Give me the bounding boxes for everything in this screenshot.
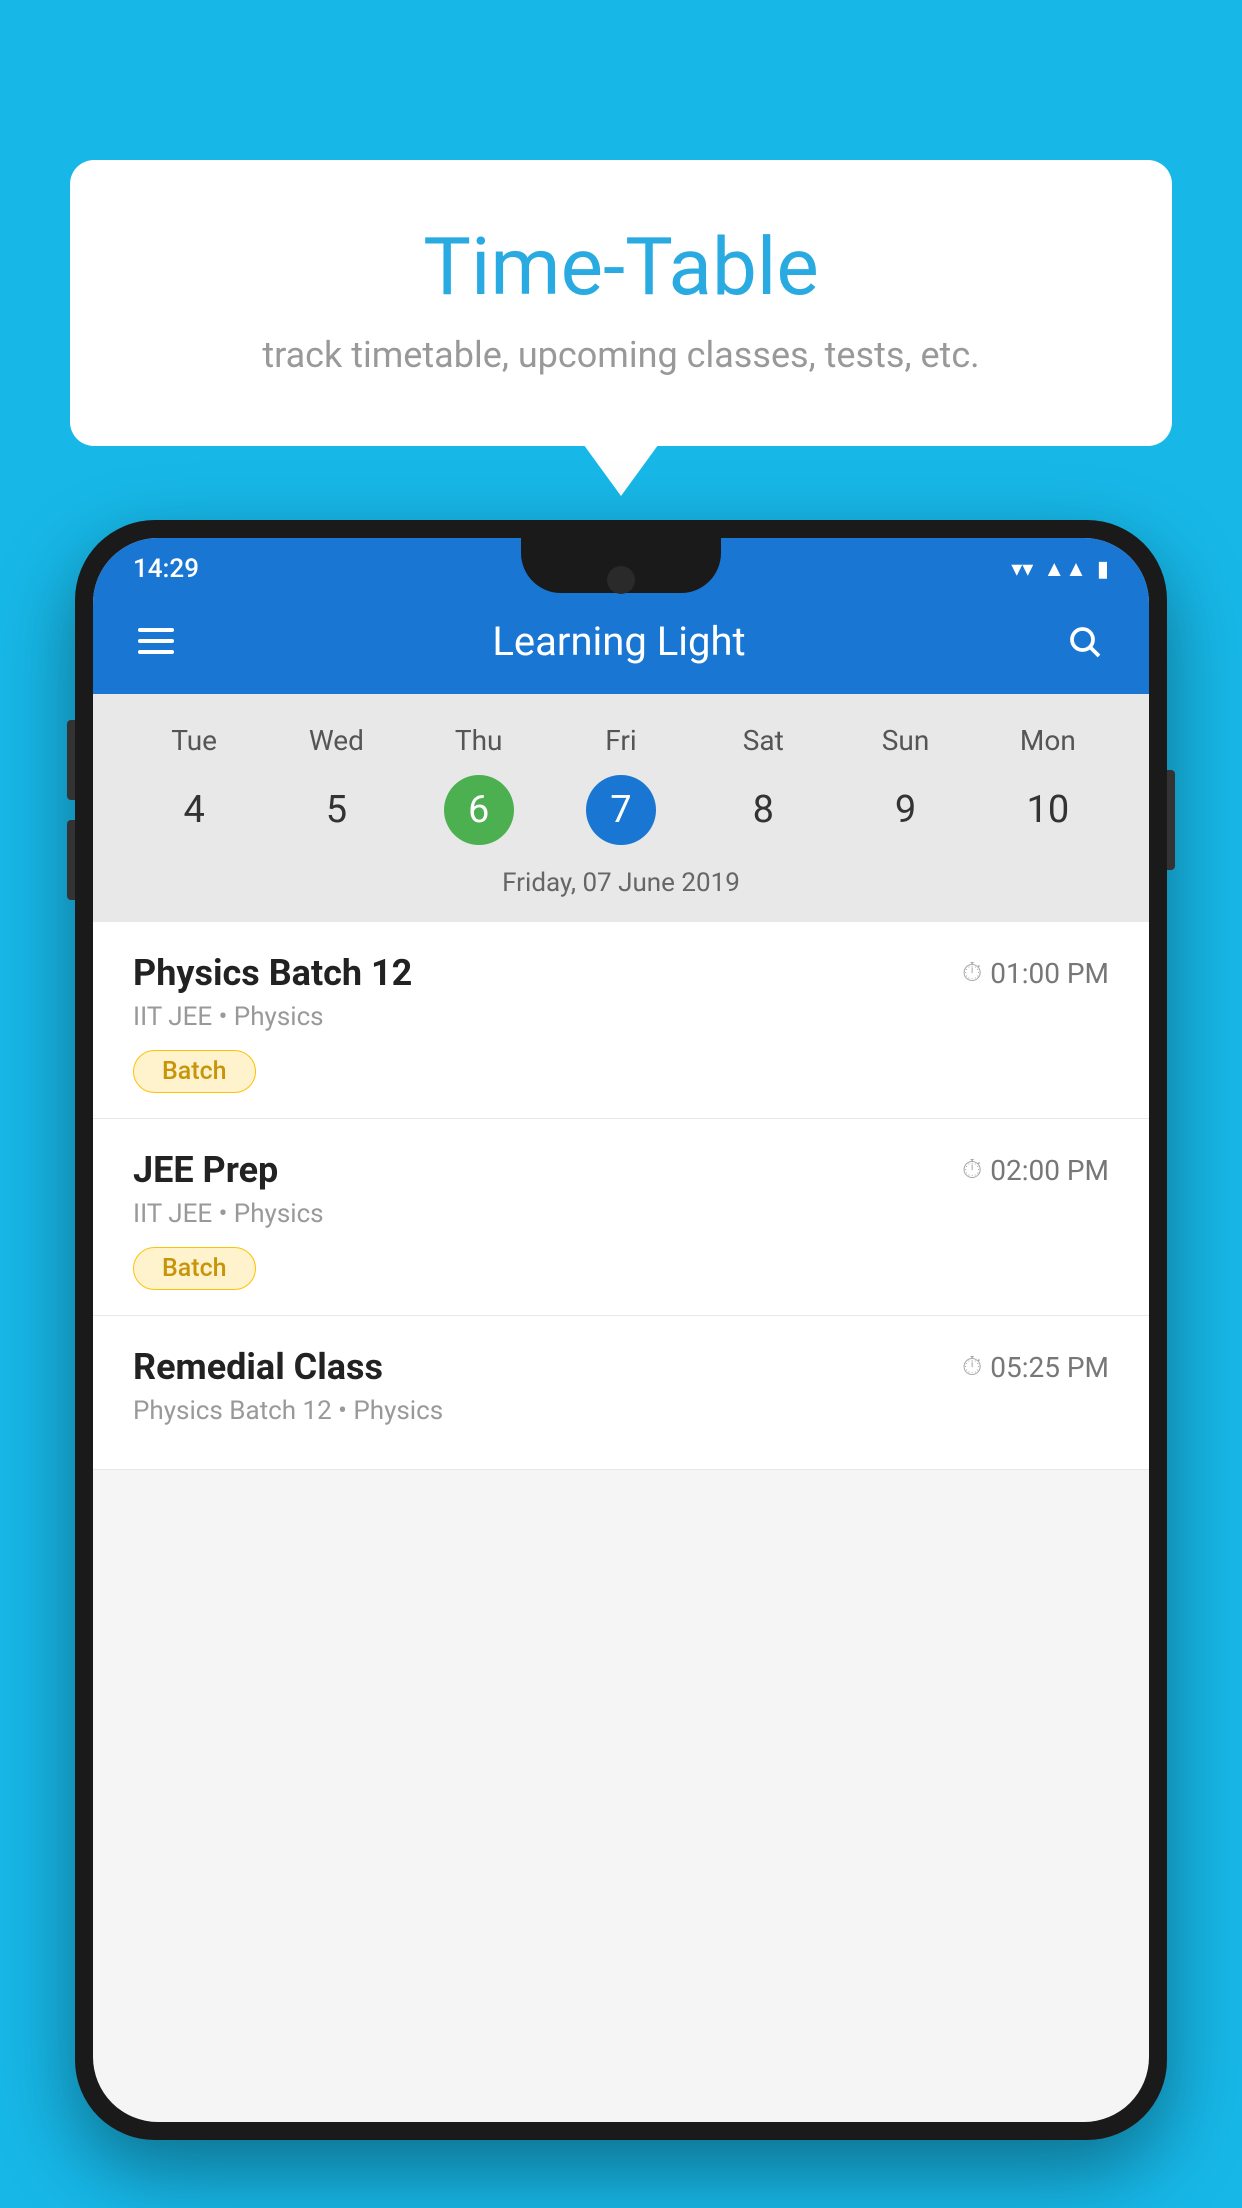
wifi-icon: ▾▾	[1011, 557, 1033, 582]
day-tue: Tue	[123, 714, 265, 767]
class-details-3: Physics Batch 12 • Physics	[133, 1396, 1109, 1426]
class-name-1: Physics Batch 12	[133, 952, 412, 994]
class-time-1: ⏱ 01:00 PM	[962, 957, 1109, 990]
day-headers: Tue Wed Thu Fri Sat Sun Mon	[123, 714, 1119, 767]
bubble-title: Time-Table	[150, 220, 1092, 314]
day-7-selected[interactable]: 7	[586, 775, 656, 845]
day-9[interactable]: 9	[834, 775, 976, 845]
day-4[interactable]: 4	[123, 775, 265, 845]
day-wed: Wed	[265, 714, 407, 767]
day-6-today[interactable]: 6	[444, 775, 514, 845]
speech-bubble: Time-Table track timetable, upcoming cla…	[70, 160, 1172, 446]
day-5[interactable]: 5	[265, 775, 407, 845]
phone-mockup: 14:29 ▾▾ ▲▲ ▮ Learning Light	[75, 520, 1167, 2140]
status-icons: ▾▾ ▲▲ ▮	[1011, 556, 1109, 582]
class-item-2-header: JEE Prep ⏱ 02:00 PM	[133, 1149, 1109, 1191]
power-button	[1167, 770, 1175, 870]
status-time: 14:29	[133, 554, 199, 584]
day-mon: Mon	[977, 714, 1119, 767]
class-item-3[interactable]: Remedial Class ⏱ 05:25 PM Physics Batch …	[93, 1316, 1149, 1470]
day-sun: Sun	[834, 714, 976, 767]
day-sat: Sat	[692, 714, 834, 767]
class-name-3: Remedial Class	[133, 1346, 383, 1388]
phone-screen: 14:29 ▾▾ ▲▲ ▮ Learning Light	[93, 538, 1149, 2122]
search-button[interactable]	[1059, 616, 1109, 666]
class-details-1: IIT JEE • Physics	[133, 1002, 1109, 1032]
class-details-2: IIT JEE • Physics	[133, 1199, 1109, 1229]
clock-icon-3: ⏱	[962, 1352, 982, 1383]
class-name-2: JEE Prep	[133, 1149, 278, 1191]
batch-tag-1: Batch	[133, 1050, 256, 1093]
calendar-header: Tue Wed Thu Fri Sat Sun Mon 4 5 6 7 8 9 …	[93, 694, 1149, 922]
class-item-1[interactable]: Physics Batch 12 ⏱ 01:00 PM IIT JEE • Ph…	[93, 922, 1149, 1119]
batch-tag-2: Batch	[133, 1247, 256, 1290]
selected-date-label: Friday, 07 June 2019	[123, 860, 1119, 912]
app-title: Learning Light	[492, 618, 745, 665]
class-list: Physics Batch 12 ⏱ 01:00 PM IIT JEE • Ph…	[93, 922, 1149, 1470]
day-10[interactable]: 10	[977, 775, 1119, 845]
class-time-2: ⏱ 02:00 PM	[962, 1154, 1109, 1187]
day-numbers: 4 5 6 7 8 9 10	[123, 767, 1119, 860]
bubble-subtitle: track timetable, upcoming classes, tests…	[150, 334, 1092, 376]
day-thu: Thu	[408, 714, 550, 767]
clock-icon-2: ⏱	[962, 1155, 982, 1186]
battery-icon: ▮	[1097, 557, 1109, 582]
volume-up-button	[67, 720, 75, 800]
phone-container: 14:29 ▾▾ ▲▲ ▮ Learning Light	[75, 520, 1167, 2208]
menu-icon[interactable]	[133, 623, 179, 659]
phone-camera	[607, 566, 635, 594]
clock-icon-1: ⏱	[962, 958, 982, 989]
day-8[interactable]: 8	[692, 775, 834, 845]
signal-icon: ▲▲	[1043, 556, 1087, 582]
app-header: Learning Light	[93, 596, 1149, 694]
class-item-2[interactable]: JEE Prep ⏱ 02:00 PM IIT JEE • Physics Ba…	[93, 1119, 1149, 1316]
class-item-3-header: Remedial Class ⏱ 05:25 PM	[133, 1346, 1109, 1388]
class-time-3: ⏱ 05:25 PM	[962, 1351, 1109, 1384]
speech-bubble-container: Time-Table track timetable, upcoming cla…	[70, 160, 1172, 446]
phone-notch	[521, 538, 721, 593]
day-fri: Fri	[550, 714, 692, 767]
class-item-1-header: Physics Batch 12 ⏱ 01:00 PM	[133, 952, 1109, 994]
volume-down-button	[67, 820, 75, 900]
